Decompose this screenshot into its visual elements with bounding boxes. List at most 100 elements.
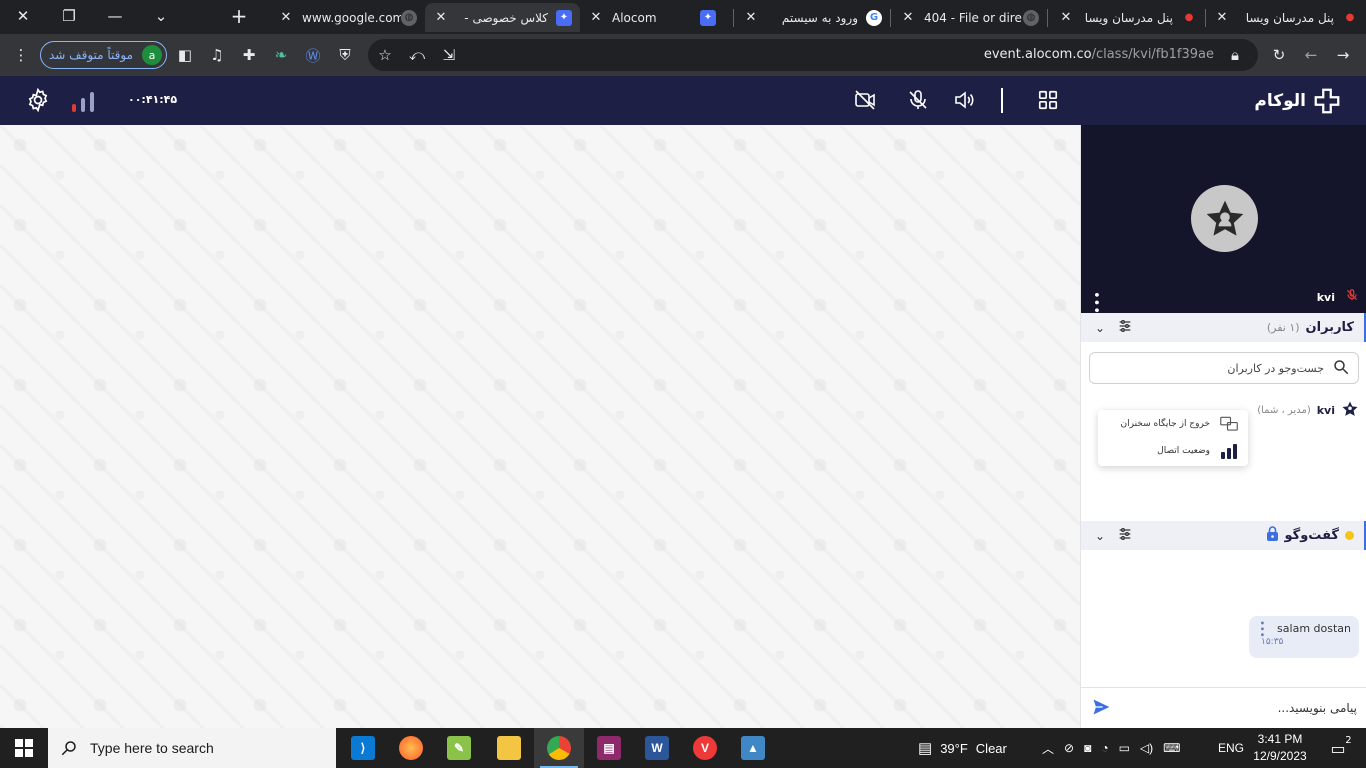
- battery-icon[interactable]: ▭: [1119, 741, 1130, 755]
- side-panel-icon: ◧: [177, 46, 193, 64]
- keyboard-icon[interactable]: ⌨: [1163, 741, 1180, 755]
- chat-message[interactable]: ••• salam dostan ۱۵:۳۵: [1249, 616, 1359, 658]
- extension-button[interactable]: Ⓦ: [300, 42, 326, 68]
- taskbar-app-explorer[interactable]: [486, 728, 532, 768]
- user-name: kvi: [1316, 403, 1335, 417]
- taskbar-app-chrome[interactable]: [534, 728, 584, 768]
- close-tab-icon[interactable]: ✕: [1058, 10, 1074, 25]
- video-options-button[interactable]: •••: [1088, 291, 1103, 314]
- volume-icon[interactable]: ◁): [1140, 741, 1153, 755]
- bookmark-button[interactable]: ☆: [372, 42, 398, 68]
- taskbar-app-winrar[interactable]: ▤: [586, 728, 632, 768]
- camera-icon[interactable]: ◙: [1084, 741, 1091, 755]
- extension-button[interactable]: ⛨: [332, 42, 358, 68]
- tab-separator: [890, 9, 891, 27]
- reading-list-button[interactable]: ♫: [204, 42, 230, 68]
- close-tab-icon[interactable]: ✕: [588, 10, 604, 25]
- filter-settings-icon[interactable]: [1117, 318, 1133, 337]
- presentation-stage[interactable]: [0, 125, 1080, 728]
- back-button[interactable]: →: [1330, 42, 1356, 68]
- tab-search-button[interactable]: ⌄: [138, 0, 184, 32]
- taskbar-app-vscode[interactable]: ⟩: [340, 728, 386, 768]
- arrow-right-icon: →: [1336, 46, 1350, 64]
- weather-temp: 39°F: [940, 740, 968, 756]
- url-text[interactable]: event.alocom.co/class/kvi/fb1f39ae: [984, 47, 1214, 62]
- photos-icon: ▲: [741, 736, 765, 760]
- browser-menu-button[interactable]: ⋮: [8, 42, 34, 68]
- users-section-header[interactable]: کاربران (۱ نفر) ⌄: [1081, 313, 1366, 342]
- profile-button[interactable]: موقتاً متوقف شد a: [40, 41, 167, 69]
- extension-button[interactable]: ❧: [268, 42, 294, 68]
- connection-signal[interactable]: [68, 76, 98, 125]
- browser-tab[interactable]: ✕ پنل مدرسان ویسا ●: [1050, 3, 1205, 32]
- weather-widget[interactable]: ▤ 39°F Clear: [918, 728, 1007, 768]
- close-tab-icon[interactable]: ✕: [900, 10, 916, 25]
- windows-logo-icon: [15, 739, 33, 757]
- taskbar-app-word[interactable]: W: [634, 728, 680, 768]
- browser-tab[interactable]: ✕ 404 - File or dire ◍: [892, 3, 1047, 32]
- minimize-window-button[interactable]: —: [92, 0, 138, 32]
- moderator-star-icon: [1341, 400, 1359, 421]
- google-icon: G: [866, 9, 882, 26]
- tab-title: Alocom: [612, 10, 657, 25]
- language-indicator[interactable]: ENG: [1218, 728, 1244, 768]
- send-button[interactable]: [1091, 697, 1111, 720]
- restore-window-button[interactable]: ❐: [46, 0, 92, 32]
- side-panel-button[interactable]: ◧: [172, 42, 198, 68]
- menu-item-leave-speaker[interactable]: خروج از جایگاه سخنران: [1098, 410, 1248, 437]
- extensions-button[interactable]: ✚: [236, 42, 262, 68]
- close-tab-icon[interactable]: ✕: [278, 10, 294, 25]
- address-bar[interactable]: ☆ ⤺ ⇲ event.alocom.co/class/kvi/fb1f39ae…: [368, 39, 1258, 71]
- menu-item-connection-status[interactable]: وضعیت اتصال: [1098, 437, 1248, 464]
- close-tab-icon[interactable]: ✕: [1214, 10, 1230, 25]
- browser-tab[interactable]: ✕ Alocom: [580, 3, 700, 32]
- browser-tab[interactable]: ✕ ورود به سیستم G: [735, 3, 890, 32]
- taskbar-app-vivaldi[interactable]: V: [682, 728, 728, 768]
- taskbar-app-notepad[interactable]: ✎: [436, 728, 482, 768]
- forward-button[interactable]: ←: [1298, 42, 1324, 68]
- wifi-icon[interactable]: ◔: [1101, 741, 1108, 755]
- chat-section-header[interactable]: گفت‌وگو ⌄: [1081, 521, 1366, 550]
- browser-tab[interactable]: ✕ پنل مدرسان ویسا ●: [1206, 3, 1366, 32]
- install-app-button[interactable]: ⇲: [436, 42, 462, 68]
- word-icon: W: [645, 736, 669, 760]
- settings-button[interactable]: [24, 86, 52, 114]
- camera-toggle-button[interactable]: [851, 86, 879, 114]
- close-tab-icon[interactable]: ✕: [433, 10, 449, 25]
- media-list-icon: ♫: [210, 46, 224, 64]
- users-search-input[interactable]: [1100, 361, 1332, 375]
- gear-icon: [28, 87, 48, 113]
- users-title: کاربران: [1305, 320, 1354, 335]
- start-button[interactable]: [0, 728, 48, 768]
- lock-icon[interactable]: [1266, 526, 1279, 545]
- chevron-down-icon[interactable]: ⌄: [1095, 529, 1105, 543]
- filter-settings-icon[interactable]: [1117, 526, 1133, 545]
- mic-muted-icon: [1345, 288, 1359, 306]
- new-tab-button[interactable]: +: [216, 0, 262, 32]
- taskbar-search[interactable]: Type here to search: [48, 728, 336, 768]
- browser-tab[interactable]: ✕ www.google.com ◍: [270, 3, 425, 32]
- chat-input[interactable]: [1111, 701, 1357, 715]
- layout-button[interactable]: [1034, 86, 1062, 114]
- network-off-icon[interactable]: ⊘: [1064, 741, 1074, 755]
- browser-tab-active[interactable]: ✕ کلاس خصوصی - ✦: [425, 3, 580, 32]
- tab-title: 404 - File or dire: [924, 10, 1022, 25]
- avatar: a: [142, 45, 162, 65]
- users-search-field[interactable]: [1089, 352, 1359, 384]
- notification-button[interactable]: ▭ 2: [1318, 728, 1358, 768]
- chevron-up-icon[interactable]: ︿: [1042, 740, 1054, 757]
- share-button[interactable]: ⤺: [404, 42, 430, 68]
- mic-toggle-button[interactable]: [904, 86, 932, 114]
- close-tab-icon[interactable]: ✕: [743, 10, 759, 25]
- taskbar-clock[interactable]: 3:41 PM 12/9/2023: [1252, 731, 1308, 765]
- message-options-icon[interactable]: •••: [1256, 620, 1267, 638]
- browser-tab[interactable]: ✦: [700, 3, 735, 32]
- speaker-button[interactable]: [950, 86, 978, 114]
- taskbar-app-photos[interactable]: ▲: [730, 728, 776, 768]
- taskbar-app-firefox[interactable]: [388, 728, 434, 768]
- chevron-down-icon[interactable]: ⌄: [1095, 321, 1105, 335]
- lock-icon: 🔒︎: [1231, 46, 1239, 64]
- reload-button[interactable]: ↻: [1266, 42, 1292, 68]
- close-window-button[interactable]: ✕: [0, 0, 46, 32]
- site-info-button[interactable]: 🔒︎: [1222, 42, 1248, 68]
